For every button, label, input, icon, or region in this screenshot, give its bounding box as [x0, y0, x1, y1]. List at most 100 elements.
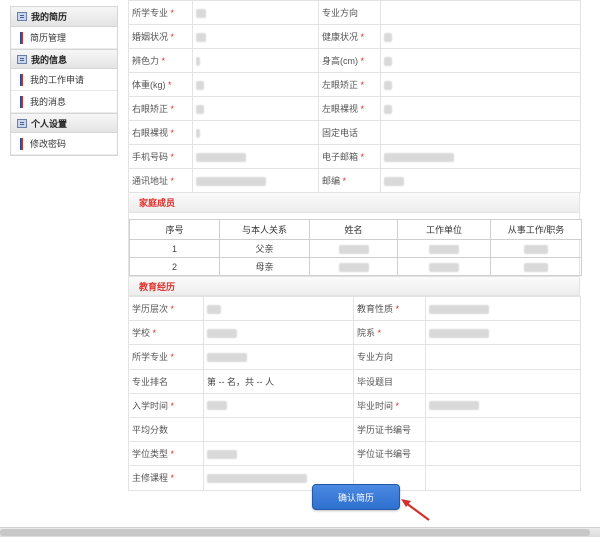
- sidebar-section-title: 我的信息: [31, 54, 68, 65]
- field-value: [192, 96, 319, 121]
- field-label: 专业方向: [353, 344, 426, 370]
- sidebar-section-title: 个人设置: [31, 118, 68, 129]
- field-label: 院系 *: [353, 320, 426, 346]
- field-value: [380, 96, 581, 121]
- field-label: 毕业时间 *: [353, 392, 426, 418]
- scrollbar-thumb[interactable]: [0, 529, 590, 536]
- field-label: 身高(cm) *: [318, 48, 381, 73]
- column-header: 姓名: [309, 219, 398, 240]
- field-label-text: 毕业时间: [357, 400, 394, 411]
- field-label: 邮编 *: [318, 168, 381, 193]
- redacted-value: [429, 262, 459, 272]
- field-value: [203, 295, 354, 322]
- row-number: 1: [129, 239, 220, 258]
- sidebar-item-resume-manage[interactable]: 简历管理: [11, 27, 117, 49]
- required-marker: *: [165, 80, 172, 90]
- sidebar-item-job-applications[interactable]: 我的工作申请: [11, 69, 117, 91]
- redacted-value: [196, 152, 246, 162]
- sidebar-item-change-password[interactable]: 修改密码: [11, 133, 117, 155]
- field-value: [192, 168, 319, 193]
- horizontal-scrollbar[interactable]: [0, 527, 600, 537]
- table-row: 体重(kg) * 左眼矫正 *: [128, 72, 581, 97]
- table-row: 辨色力 * 身高(cm) *: [128, 48, 581, 73]
- field-value: [192, 120, 319, 145]
- required-marker: *: [358, 56, 365, 66]
- relation: 父亲: [219, 239, 310, 258]
- field-label: 平均分数: [128, 416, 204, 443]
- redacted-value: [524, 244, 548, 254]
- field-value: [192, 24, 319, 49]
- sidebar-section-info: 我的信息: [11, 49, 117, 69]
- confirm-area: 确认简历: [312, 484, 400, 510]
- field-label: 固定电话: [318, 120, 381, 145]
- field-value: [425, 465, 581, 491]
- confirm-resume-button[interactable]: 确认简历: [312, 484, 400, 510]
- required-marker: *: [168, 304, 175, 315]
- redacted-value: [429, 244, 459, 254]
- required-marker: *: [340, 176, 347, 186]
- resume-preview: 所学专业 * 专业方向 婚姻状况 * 健康状况 * 辨色力 * 身高(cm) * 体重(kg…: [128, 0, 582, 491]
- field-value: [192, 144, 319, 169]
- row-number: 2: [129, 257, 220, 276]
- field-label-text: 主修课程: [132, 473, 169, 484]
- field-label: 专业方向: [318, 0, 381, 25]
- family-section-title: 家庭成员: [128, 193, 580, 213]
- field-label-text: 入学时间: [132, 400, 169, 411]
- field-label-text: 通讯地址: [132, 176, 169, 186]
- redacted-value: [429, 328, 489, 338]
- field-value: [380, 0, 581, 25]
- table-row: 婚姻状况 * 健康状况 *: [128, 24, 581, 49]
- redacted-value: [384, 32, 392, 42]
- field-label: 教育性质 *: [353, 295, 426, 322]
- sidebar-item-messages[interactable]: 我的消息: [11, 91, 117, 113]
- sidebar-section-title: 我的简历: [31, 12, 68, 22]
- redacted-value: [196, 104, 204, 114]
- table-row: 右眼裸视 * 固定电话: [128, 120, 581, 145]
- bullet-bar-icon: [20, 95, 23, 108]
- required-marker: *: [168, 32, 175, 42]
- redacted-value: [429, 304, 489, 314]
- required-marker: *: [393, 400, 400, 411]
- field-label-text: 右眼矫正: [132, 104, 169, 114]
- education-table: 学历层次 * 教育性质 * 学校 * 院系 * 所学专业 * 专业方向 专业排名第 -- 名…: [128, 295, 581, 491]
- field-value: [192, 48, 319, 73]
- field-value: 第 -- 名，共 -- 人: [203, 368, 354, 394]
- required-marker: *: [168, 152, 175, 162]
- field-label-text: 左眼裸视: [322, 104, 359, 114]
- field-label: 所学专业 *: [128, 344, 204, 370]
- field-value: [397, 257, 491, 276]
- required-marker: *: [159, 56, 166, 66]
- redacted-value: [207, 401, 227, 411]
- field-value: [309, 239, 398, 258]
- required-marker: *: [358, 80, 365, 90]
- redacted-value: [196, 80, 204, 90]
- field-value: [380, 144, 581, 169]
- field-label: 专业排名: [128, 368, 204, 394]
- column-header: 从事工作/职务: [490, 219, 582, 240]
- field-label-text: 所学专业: [132, 8, 169, 18]
- required-marker: *: [358, 152, 365, 162]
- table-row: 学位类型 * 学位证书编号: [128, 441, 581, 467]
- column-header: 与本人关系: [219, 219, 310, 240]
- field-value: [425, 295, 581, 322]
- settings-icon: [17, 118, 27, 128]
- family-header-row: 序号 与本人关系 姓名 工作单位 从事工作/职务: [129, 219, 582, 240]
- field-label: 右眼裸视 *: [128, 120, 193, 145]
- redacted-value: [207, 304, 221, 314]
- redacted-value: [338, 244, 369, 254]
- field-label-text: 学位证书编号: [357, 449, 412, 460]
- field-label: 所学专业 *: [128, 0, 193, 25]
- field-value: [309, 257, 398, 276]
- redacted-value: [196, 56, 200, 66]
- field-label-text: 平均分数: [132, 425, 169, 436]
- field-value: [425, 368, 581, 394]
- field-value: [380, 48, 581, 73]
- redacted-value: [207, 353, 247, 363]
- field-value: [425, 320, 581, 346]
- field-label-text: 教育性质: [357, 304, 394, 315]
- redacted-value: [196, 128, 200, 138]
- field-label-text: 所学专业: [132, 352, 169, 363]
- field-label: 辨色力 *: [128, 48, 193, 73]
- info-icon: [17, 54, 27, 64]
- field-value: [490, 257, 582, 276]
